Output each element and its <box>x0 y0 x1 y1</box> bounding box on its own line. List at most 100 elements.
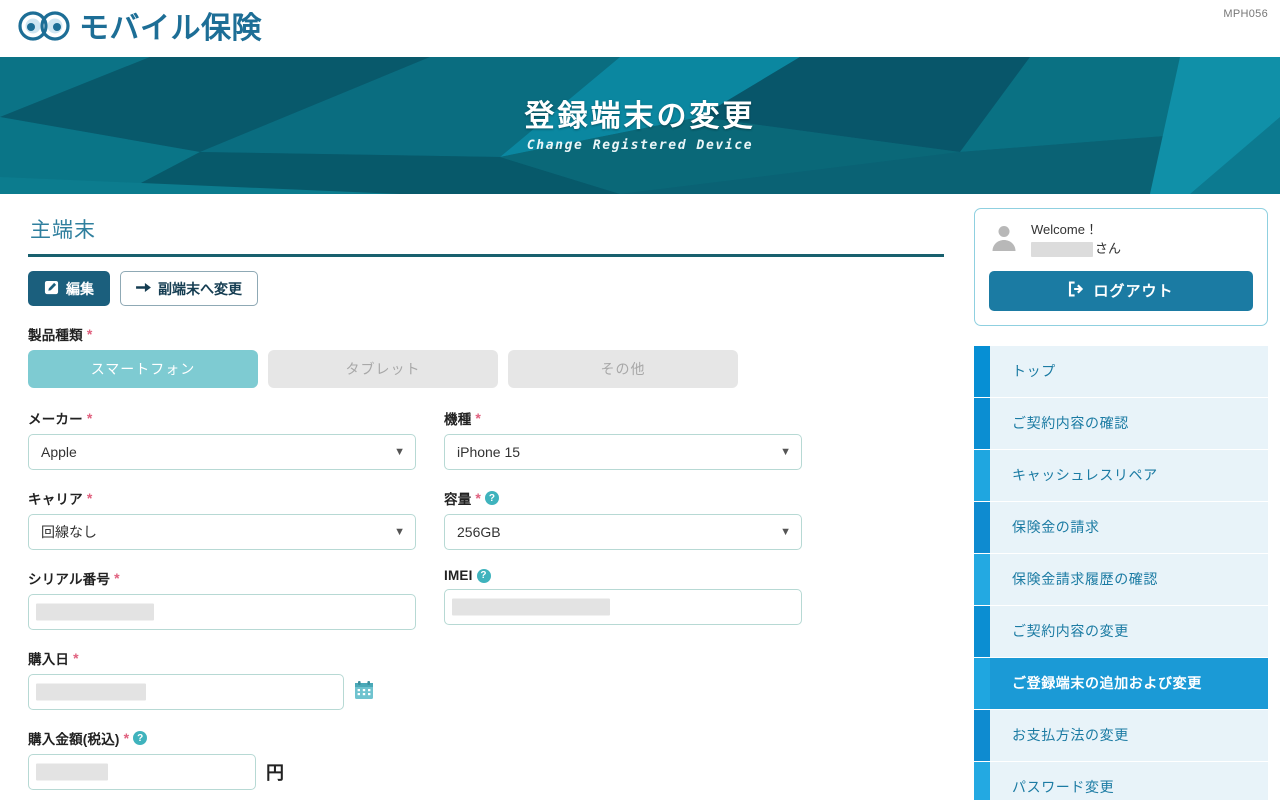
purchase-date-input[interactable] <box>28 674 344 710</box>
sidebar-item-label: ご契約内容の変更 <box>1012 623 1129 640</box>
site-header: モバイル保険 MPH056 <box>0 0 1280 57</box>
question-circle-icon[interactable]: ? <box>133 731 148 745</box>
required-marker: * <box>86 326 93 342</box>
model-label-text: 機種 <box>444 412 472 427</box>
logout-arrow-icon <box>1068 281 1085 301</box>
maker-label: メーカー * <box>28 408 416 428</box>
hero-banner: 登録端末の変更 Change Registered Device <box>0 57 1280 194</box>
imei-field: IMEI ? <box>444 568 802 630</box>
purchase-date-field: 購入日 * <box>28 648 416 710</box>
section-divider <box>28 254 944 257</box>
nav-accent-bar <box>974 605 990 657</box>
sidebar-item-label: 保険金の請求 <box>1012 519 1100 536</box>
purchase-date-label-text: 購入日 <box>28 652 70 667</box>
main-content: 主端末 編集 副端末へ変更 製品種類 * スマートフォン タブレット その他 メ… <box>0 194 962 800</box>
device-action-buttons: 編集 副端末へ変更 <box>28 271 944 306</box>
hero-subtitle: Change Registered Device <box>526 137 754 153</box>
logout-button[interactable]: ログアウト <box>989 270 1253 311</box>
required-marker: * <box>114 570 120 586</box>
nav-accent-bar <box>974 449 990 501</box>
capacity-label: 容量 * ? <box>444 488 802 508</box>
product-type-tab-other[interactable]: その他 <box>508 350 738 388</box>
maker-select[interactable]: Apple <box>28 434 416 470</box>
product-type-label-text: 製品種類 <box>28 328 83 343</box>
sidebar-item-change-contract[interactable]: ご契約内容の変更 <box>974 605 1268 658</box>
sidebar-item-claim-history[interactable]: 保険金請求履歴の確認 <box>974 553 1268 606</box>
serial-number-input[interactable] <box>28 594 416 630</box>
sidebar-item-label: お支払方法の変更 <box>1012 727 1129 744</box>
product-type-tab-smartphone[interactable]: スマートフォン <box>28 350 258 388</box>
sidebar-item-label: 保険金請求履歴の確認 <box>1012 571 1158 588</box>
imei-label-text: IMEI <box>444 568 473 583</box>
infinity-eyes-logo-icon <box>18 11 70 46</box>
product-type-label: 製品種類 * <box>28 324 944 344</box>
model-field: 機種 * iPhone 15 ▼ <box>444 408 802 470</box>
nav-accent-bar <box>974 345 990 397</box>
sidebar-item-contract-details[interactable]: ご契約内容の確認 <box>974 397 1268 450</box>
sidebar-nav: トップ ご契約内容の確認 キャッシュレスリペア 保険金の請求 保険金請求履歴の確… <box>974 345 1268 800</box>
serial-number-field: シリアル番号 * <box>28 568 416 630</box>
carrier-field: キャリア * 回線なし ▼ <box>28 488 416 550</box>
purchase-amount-field: 購入金額(税込) * ? 円 <box>28 728 416 790</box>
carrier-label-text: キャリア <box>28 492 83 507</box>
required-marker: * <box>86 410 93 426</box>
capacity-field: 容量 * ? 256GB ▼ <box>444 488 802 550</box>
maker-label-text: メーカー <box>28 412 83 427</box>
arrow-right-icon <box>136 281 151 296</box>
device-form: メーカー * Apple ▼ 機種 * iPhone 15 ▼ キャリア * 回… <box>28 408 944 800</box>
page-code: MPH056 <box>1223 8 1268 20</box>
change-to-sub-device-button[interactable]: 副端末へ変更 <box>120 271 258 306</box>
model-label: 機種 * <box>444 408 802 428</box>
required-marker: * <box>123 730 130 746</box>
sidebar-item-top[interactable]: トップ <box>974 345 1268 398</box>
form-spacer <box>444 648 802 728</box>
page-body: 主端末 編集 副端末へ変更 製品種類 * スマートフォン タブレット その他 メ… <box>0 194 1280 800</box>
sidebar-item-label: トップ <box>1012 363 1056 380</box>
purchase-amount-input[interactable] <box>28 754 256 790</box>
welcome-card: Welcome！ さん ログアウト <box>974 208 1268 326</box>
site-logo[interactable]: モバイル保険 <box>18 11 262 46</box>
nav-accent-bar <box>974 657 990 709</box>
nav-accent-bar <box>974 501 990 553</box>
required-marker: * <box>475 490 482 506</box>
required-marker: * <box>73 650 79 666</box>
currency-unit: 円 <box>266 763 284 783</box>
carrier-select[interactable]: 回線なし <box>28 514 416 550</box>
imei-input[interactable] <box>444 589 802 625</box>
sidebar-item-label: パスワード変更 <box>1012 779 1115 796</box>
user-avatar-icon <box>989 222 1019 257</box>
name-suffix: さん <box>1095 240 1122 256</box>
model-select[interactable]: iPhone 15 <box>444 434 802 470</box>
product-type-tab-tablet[interactable]: タブレット <box>268 350 498 388</box>
sidebar-item-label: ご登録端末の追加および変更 <box>1012 675 1202 692</box>
required-marker: * <box>86 490 93 506</box>
redacted-user-name <box>1031 241 1093 257</box>
nav-accent-bar <box>974 761 990 800</box>
purchase-amount-label: 購入金額(税込) * ? <box>28 728 416 748</box>
sidebar-item-insurance-claim[interactable]: 保険金の請求 <box>974 501 1268 554</box>
edit-button[interactable]: 編集 <box>28 271 110 306</box>
sidebar-item-cashless-repair[interactable]: キャッシュレスリペア <box>974 449 1268 502</box>
sidebar: Welcome！ さん ログアウト トップ ご契約内容の確認 キャッシュレスリペ… <box>962 194 1280 800</box>
product-type-tabs: スマートフォン タブレット その他 <box>28 350 944 388</box>
hero-title: 登録端末の変更 <box>524 99 756 133</box>
nav-accent-bar <box>974 709 990 761</box>
purchase-date-label: 購入日 * <box>28 648 416 668</box>
sidebar-item-payment-method[interactable]: お支払方法の変更 <box>974 709 1268 762</box>
calendar-icon[interactable] <box>354 680 374 705</box>
imei-label: IMEI ? <box>444 568 802 583</box>
edit-button-label: 編集 <box>66 280 94 297</box>
sidebar-item-password-change[interactable]: パスワード変更 <box>974 761 1268 800</box>
required-marker: * <box>475 410 482 426</box>
question-circle-icon[interactable]: ? <box>476 568 491 583</box>
sidebar-item-device-add-change[interactable]: ご登録端末の追加および変更 <box>974 657 1268 710</box>
capacity-label-text: 容量 <box>444 492 472 507</box>
maker-field: メーカー * Apple ▼ <box>28 408 416 470</box>
change-to-sub-device-label: 副端末へ変更 <box>158 280 242 297</box>
logout-button-label: ログアウト <box>1093 283 1174 301</box>
question-circle-icon[interactable]: ? <box>485 491 500 505</box>
capacity-select[interactable]: 256GB <box>444 514 802 550</box>
carrier-label: キャリア * <box>28 488 416 508</box>
serial-number-label: シリアル番号 * <box>28 568 416 588</box>
logo-text: モバイル保険 <box>79 11 262 45</box>
